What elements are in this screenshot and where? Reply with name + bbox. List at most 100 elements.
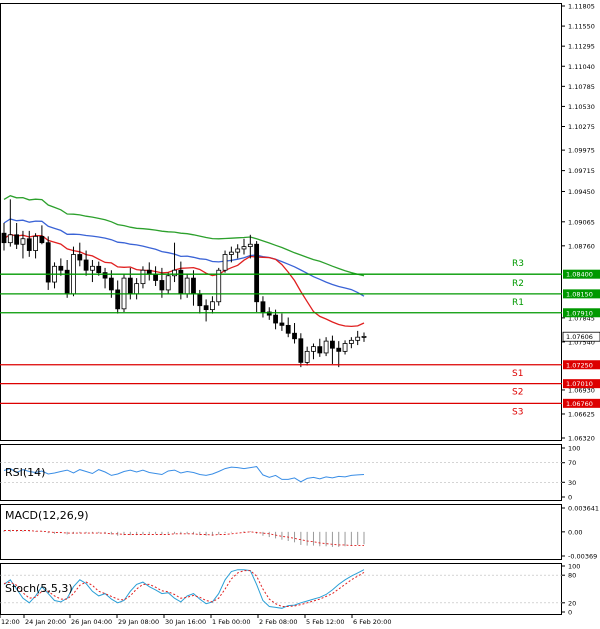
candle-bullish [184, 277, 190, 295]
x-axis-label: 5 Feb 12:00 [306, 618, 345, 626]
macd-axis-label: 0.00 [568, 528, 582, 536]
stoch-axis-label: 20 [568, 599, 576, 607]
candle-bullish [235, 248, 241, 253]
x-axis-label: 12:00 [1, 618, 20, 626]
x-axis-label: 1 Feb 00:00 [212, 618, 251, 626]
rsi-axis-label: 100 [568, 445, 580, 453]
candle-bearish [1, 232, 7, 244]
level-price-tag-label: 1.08150 [566, 290, 593, 298]
candle-bearish [336, 347, 342, 352]
candle-bullish [323, 340, 329, 354]
price-axis-label: 1.09975 [568, 147, 595, 155]
candle-bearish [127, 277, 133, 295]
candle-bearish [102, 272, 108, 279]
candle-bullish [241, 246, 247, 250]
candle-bullish [247, 243, 253, 248]
candle-bearish [83, 259, 89, 271]
candle-bullish [355, 336, 361, 341]
candle-bullish [33, 235, 38, 251]
forex-chart: 1.11805 1.11550 1.11295 1.11040 1.10785 1.105… [0, 0, 600, 629]
level-label-r3: R3 [512, 259, 524, 269]
candle-bullish [165, 275, 171, 291]
candle-bearish [260, 301, 266, 313]
price-axis-label: 1.09715 [568, 167, 595, 175]
candle-bullish [342, 343, 348, 352]
rsi-title: RSI(14) [5, 466, 45, 479]
candle-bearish [203, 305, 209, 311]
candle-bearish [254, 243, 260, 303]
chart-background [0, 0, 600, 629]
candle-bearish [115, 289, 121, 310]
candle-bearish [26, 238, 32, 251]
macd-axis-label: 0.003641 [568, 505, 599, 513]
price-axis-label: 1.06625 [568, 410, 595, 418]
price-axis-label: 1.11040 [568, 63, 595, 71]
candle-bearish [273, 314, 278, 324]
candle-bearish [191, 277, 196, 295]
x-axis-label: 6 Feb 20:00 [353, 618, 392, 626]
price-axis-label: 1.10785 [568, 83, 595, 91]
x-axis-label: 2 Feb 08:00 [259, 618, 298, 626]
price-axis-label: 1.11550 [568, 23, 595, 31]
candle-bearish [14, 234, 20, 245]
price-axis-label: 1.06320 [568, 435, 595, 443]
level-price-tag-label: 1.08400 [566, 271, 593, 279]
candle-bearish [45, 242, 51, 283]
candle-bearish [39, 235, 45, 244]
level-label-r1: R1 [512, 298, 524, 308]
candle-bullish [361, 335, 367, 338]
candle-bearish [58, 265, 64, 271]
candle-bullish [304, 350, 310, 363]
price-axis-label: 1.11805 [568, 3, 595, 11]
rsi-axis-label: 70 [568, 459, 576, 467]
level-price-tag-label: 1.07250 [566, 361, 593, 369]
candle-bearish [96, 265, 102, 274]
macd-title: MACD(12,26,9) [5, 509, 89, 522]
price-axis-label: 1.10530 [568, 103, 595, 111]
candle-bullish [7, 234, 13, 244]
stoch-axis-label: 100 [568, 563, 580, 571]
candle-bullish [20, 238, 26, 245]
level-label-s2: S2 [512, 388, 523, 398]
level-price-tag-label: 1.07910 [566, 309, 593, 317]
stoch-title: Stoch(5,5,3) [5, 582, 73, 595]
price-axis-label: 1.09450 [568, 188, 595, 196]
price-axis-label: 1.11295 [568, 43, 595, 51]
price-axis-label: 1.10275 [568, 123, 595, 131]
candle-bearish [279, 322, 285, 326]
candle-bullish [222, 254, 228, 271]
candle-bullish [90, 265, 95, 271]
stoch-axis-label: 0 [568, 609, 572, 617]
price-axis-label: 1.08760 [568, 242, 595, 250]
macd-axis-label: -0.00369 [568, 553, 597, 561]
x-axis-label: 29 Jan 08:00 [118, 618, 159, 626]
candle-bearish [292, 332, 297, 340]
candle-bearish [197, 293, 203, 307]
candle-bullish [210, 301, 215, 311]
x-axis-label: 26 Jan 04:00 [71, 618, 112, 626]
price-axis-label: 1.09065 [568, 218, 595, 226]
rsi-axis-label: 0 [568, 494, 572, 502]
candle-bullish [216, 269, 222, 303]
candle-bullish [140, 269, 146, 285]
candle-bearish [330, 340, 335, 349]
candle-bearish [108, 277, 114, 291]
candle-bearish [159, 280, 165, 291]
level-label-s1: S1 [512, 369, 523, 379]
rsi-axis-label: 30 [568, 479, 576, 487]
candle-bullish [228, 251, 234, 255]
level-price-tag-label: 1.06760 [566, 400, 593, 408]
candle-bearish [77, 254, 83, 261]
x-axis-label: 30 Jan 16:00 [165, 618, 206, 626]
level-label-s3: S3 [512, 407, 523, 417]
level-price-tag-label: 1.07010 [566, 380, 593, 388]
candle-bearish [298, 338, 304, 363]
candle-bullish [348, 339, 354, 344]
candle-bearish [285, 324, 291, 334]
candle-bearish [153, 273, 158, 281]
candle-bullish [172, 269, 177, 277]
x-axis-label: 24 Jan 20:00 [25, 618, 66, 626]
level-label-r2: R2 [512, 279, 524, 289]
candle-bullish [134, 283, 140, 295]
current-price-label: 1.07606 [566, 333, 593, 341]
